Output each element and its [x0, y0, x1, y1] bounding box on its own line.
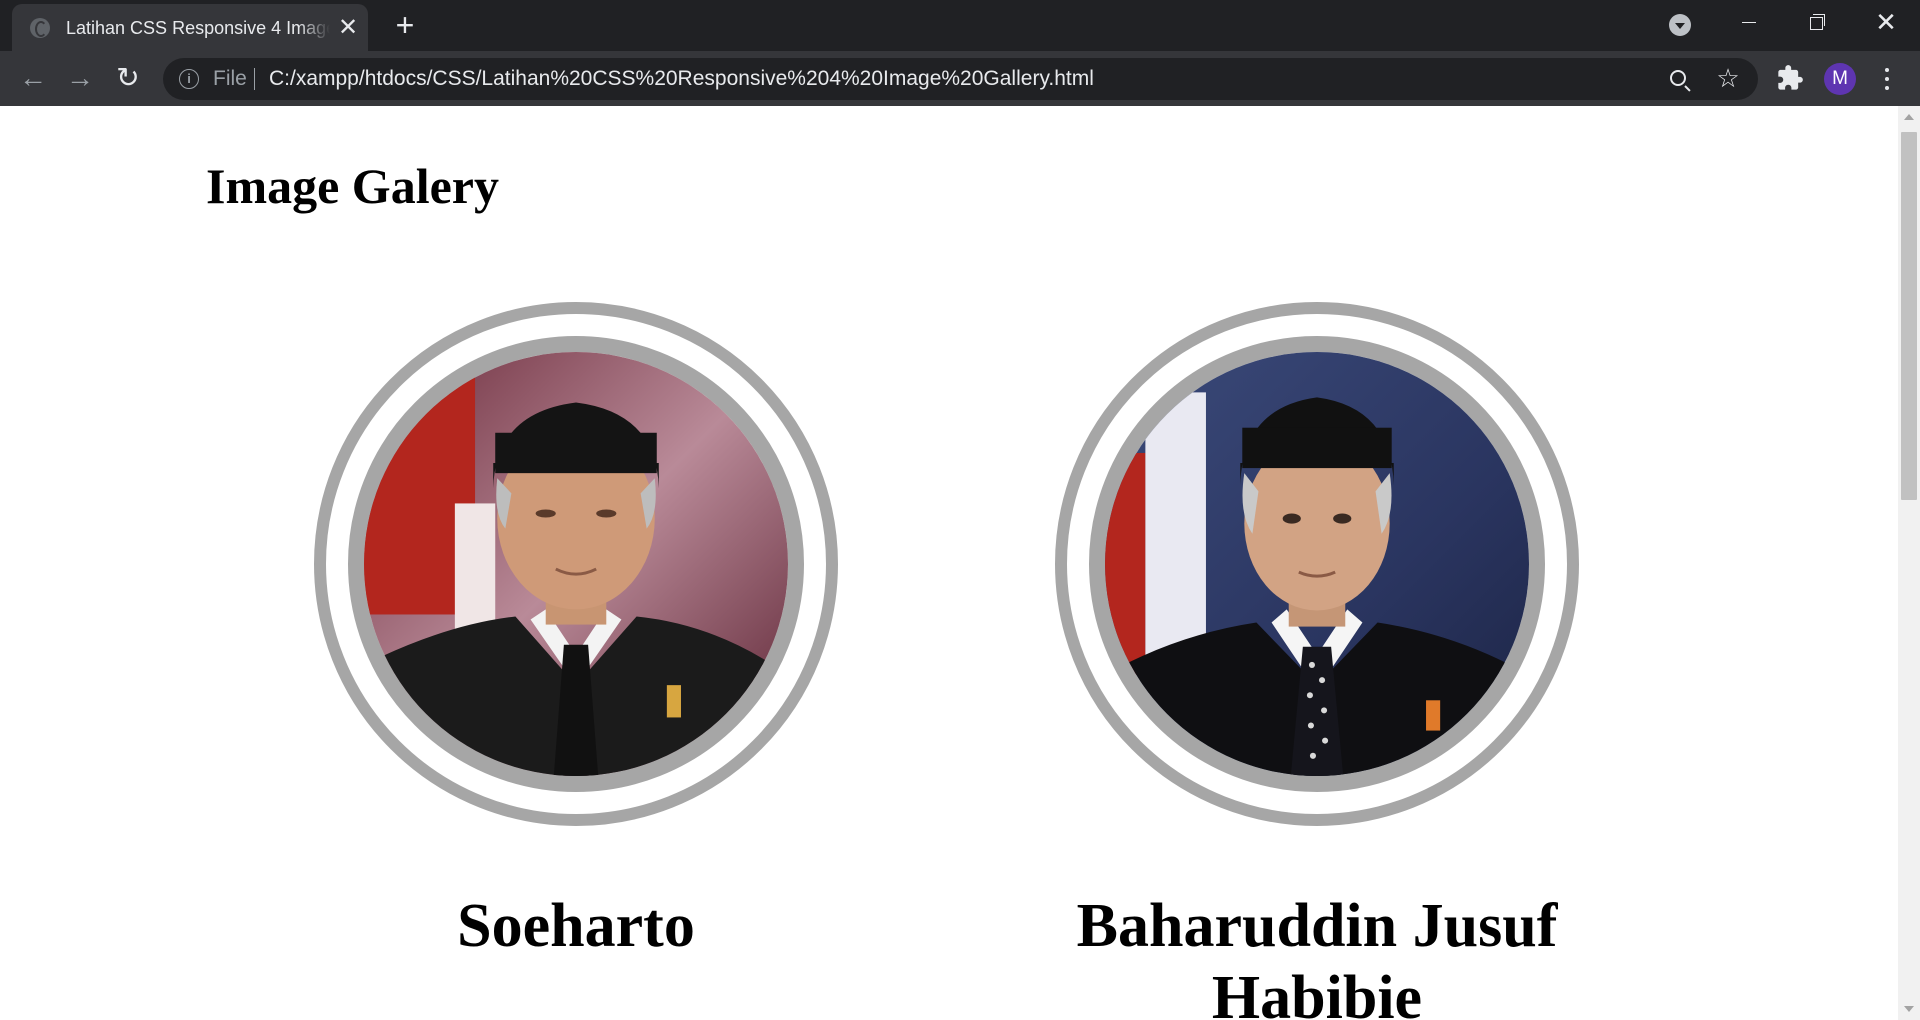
zoom-icon[interactable]	[1670, 70, 1686, 86]
page-title: Image Galery	[206, 158, 499, 214]
person-name: Baharuddin Jusuf Habibie	[1076, 892, 1558, 1020]
browser-tab[interactable]: Latihan CSS Responsive 4 Image Gallery ✕	[12, 4, 368, 51]
tab-strip: Latihan CSS Responsive 4 Image Gallery ✕…	[0, 0, 1920, 51]
page-content: Image Galery Soeharto Baharuddin Jusuf H…	[0, 106, 1898, 1020]
minimize-button[interactable]	[1728, 6, 1768, 38]
tab-title: Latihan CSS Responsive 4 Image Gallery	[66, 18, 330, 38]
scrollbar-thumb[interactable]	[1901, 132, 1917, 500]
address-bar[interactable]: i File C:/xampp/htdocs/CSS/Latihan%20CSS…	[163, 58, 1758, 100]
window-close-button[interactable]: ✕	[1866, 6, 1906, 38]
address-separator	[254, 68, 255, 90]
person-name: Soeharto	[457, 892, 695, 960]
extensions-icon[interactable]	[1776, 64, 1804, 92]
address-url[interactable]: C:/xampp/htdocs/CSS/Latihan%20CSS%20Resp…	[269, 67, 1094, 91]
bookmark-star-icon[interactable]: ☆	[1714, 64, 1742, 92]
globe-icon	[30, 18, 50, 38]
vertical-scrollbar[interactable]	[1898, 106, 1920, 1020]
gallery-item: Soeharto	[314, 302, 838, 960]
address-scheme: File	[213, 67, 247, 90]
back-button[interactable]: ←	[16, 61, 50, 95]
restore-button[interactable]	[1796, 6, 1836, 38]
browser-toolbar: ← → ↻ i File C:/xampp/htdocs/CSS/Latihan…	[0, 51, 1920, 106]
tab-search-icon[interactable]	[1669, 14, 1691, 36]
portrait-photo[interactable]	[1089, 336, 1545, 792]
gallery-item: Baharuddin Jusuf Habibie	[1055, 302, 1579, 1020]
info-icon[interactable]: i	[179, 69, 199, 89]
browser-menu-icon[interactable]	[1875, 64, 1899, 94]
scroll-down-arrow-icon[interactable]	[1904, 1006, 1914, 1012]
browser-window: Latihan CSS Responsive 4 Image Gallery ✕…	[0, 0, 1920, 1020]
forward-button[interactable]: →	[63, 61, 97, 95]
image-frame	[1055, 302, 1579, 826]
tab-close-icon[interactable]: ✕	[334, 14, 362, 42]
scroll-up-arrow-icon[interactable]	[1904, 114, 1914, 120]
portrait-photo[interactable]	[348, 336, 804, 792]
new-tab-button[interactable]: +	[390, 9, 420, 41]
reload-button[interactable]: ↻	[111, 61, 145, 95]
profile-avatar[interactable]: M	[1824, 63, 1856, 95]
image-frame	[314, 302, 838, 826]
